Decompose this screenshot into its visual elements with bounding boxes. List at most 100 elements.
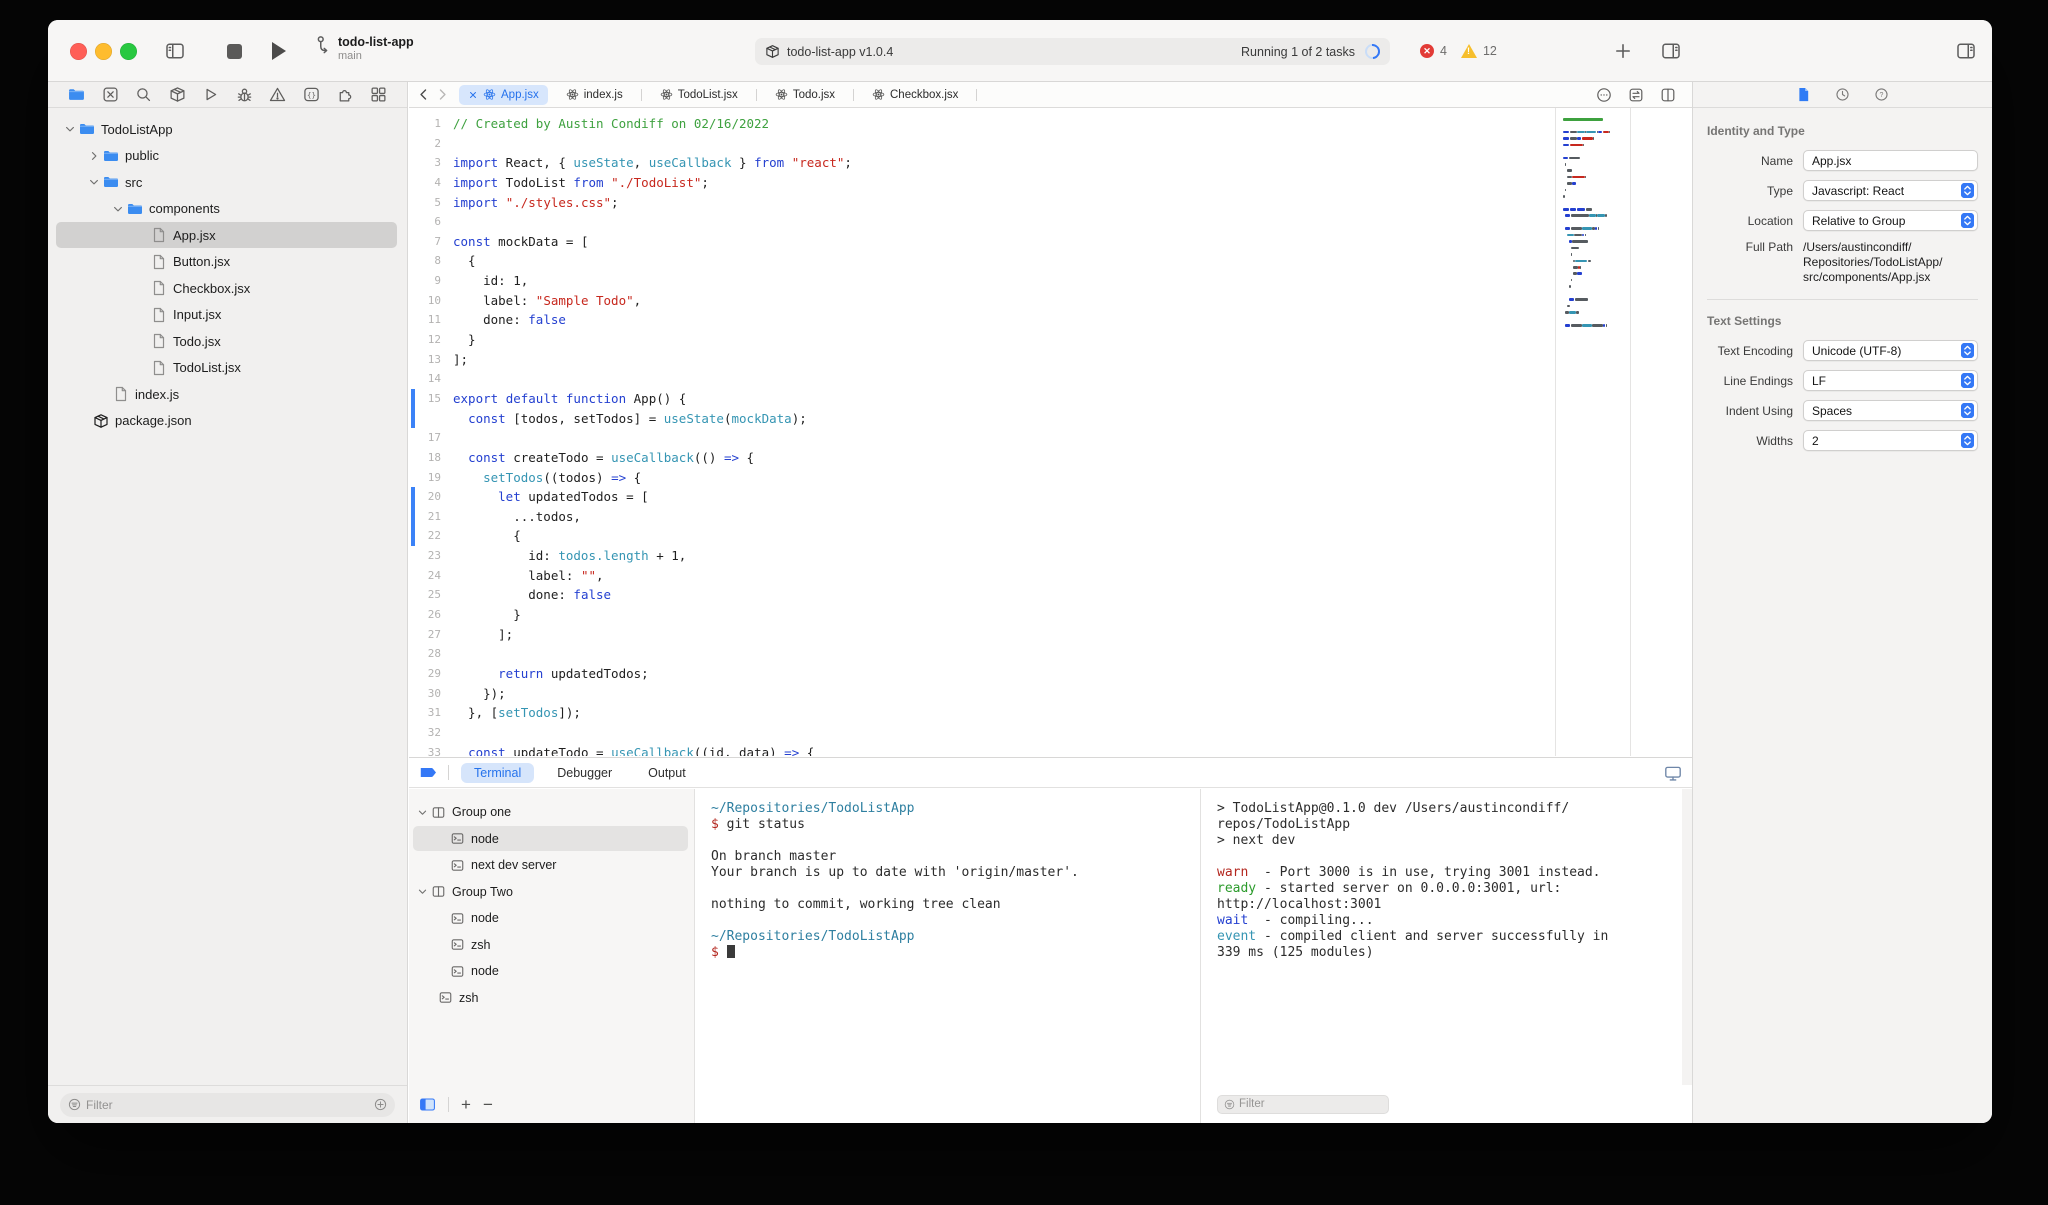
code-line[interactable]: 14 <box>409 369 1555 389</box>
grid-icon[interactable] <box>370 86 387 103</box>
stepper-icon[interactable] <box>1961 183 1974 198</box>
stop-button[interactable] <box>227 44 242 59</box>
stepper-icon[interactable] <box>1961 433 1974 448</box>
select-field[interactable]: Spaces <box>1803 400 1978 421</box>
activity-status-pill[interactable]: todo-list-app v1.0.4 Running 1 of 2 task… <box>755 38 1390 65</box>
tree-item-index-js[interactable]: index.js <box>48 381 407 408</box>
tab-app-jsx[interactable]: App.jsx <box>459 84 548 105</box>
code-line[interactable]: 26 } <box>409 605 1555 625</box>
code-line[interactable]: 5 import "./styles.css"; <box>409 193 1555 213</box>
run-button[interactable] <box>272 42 286 60</box>
tab-index-js[interactable]: index.js <box>548 82 641 107</box>
toggle-right-sidebar-icon[interactable] <box>1956 41 1976 61</box>
puzzle-icon[interactable] <box>336 86 353 103</box>
stepper-icon[interactable] <box>1961 343 1974 358</box>
code-line[interactable]: 23 id: todos.length + 1, <box>409 546 1555 566</box>
issue-badges[interactable]: ✕ 4 12 <box>1420 44 1505 58</box>
code-line[interactable]: const [todos, setTodos] = useState(mockD… <box>409 408 1555 429</box>
more-options-icon[interactable] <box>1596 87 1612 103</box>
terminal-item-group-two[interactable]: Group Two <box>409 879 694 906</box>
code-line[interactable]: 17 <box>409 428 1555 448</box>
code-line[interactable]: 30 }); <box>409 684 1555 704</box>
close-button[interactable] <box>70 43 87 60</box>
code-line[interactable]: 21 ...todos, <box>409 506 1555 527</box>
select-field[interactable]: 2 <box>1803 430 1978 451</box>
tree-item-public[interactable]: public <box>48 143 407 170</box>
chevron-down-icon[interactable] <box>417 886 428 897</box>
forward-icon[interactable] <box>436 88 449 101</box>
display-icon[interactable] <box>1664 764 1682 782</box>
tab-checkbox-jsx[interactable]: Checkbox.jsx <box>854 82 976 107</box>
code-line[interactable]: 22 { <box>409 526 1555 547</box>
code-line[interactable]: 2 <box>409 134 1555 154</box>
code-line[interactable]: 13]; <box>409 350 1555 370</box>
code-line[interactable]: 27 ]; <box>409 625 1555 645</box>
add-filter-icon[interactable] <box>374 1098 387 1111</box>
package-icon[interactable] <box>169 86 186 103</box>
terminal-git[interactable]: ~/Repositories/TodoListApp $ git status On… <box>695 789 1201 1085</box>
folder-icon[interactable] <box>68 86 85 103</box>
code-line[interactable]: 31 }, [setTodos]); <box>409 703 1555 723</box>
back-icon[interactable] <box>417 88 430 101</box>
select-field[interactable]: LF <box>1803 370 1978 391</box>
terminal-item-zsh[interactable]: zsh <box>409 932 694 959</box>
code-line[interactable]: 20 let updatedTodos = [ <box>409 487 1555 507</box>
close-icon[interactable] <box>468 90 478 100</box>
tree-item-todo-jsx[interactable]: Todo.jsx <box>48 328 407 355</box>
tree-item-checkbox-jsx[interactable]: Checkbox.jsx <box>48 275 407 302</box>
code-line[interactable]: 33 const updateTodo = useCallback((id, d… <box>409 743 1555 757</box>
select-field[interactable]: Unicode (UTF-8) <box>1803 340 1978 361</box>
add-terminal-button[interactable]: + <box>461 1096 471 1113</box>
code-line[interactable]: 6 <box>409 212 1555 232</box>
code-line[interactable]: 28 <box>409 644 1555 664</box>
help-icon[interactable]: ? <box>1874 87 1889 102</box>
tree-item-todolist-jsx[interactable]: TodoList.jsx <box>48 355 407 382</box>
code-line[interactable]: 11 done: false <box>409 310 1555 330</box>
terminal-filter-input[interactable]: Filter <box>1217 1094 1389 1114</box>
zoom-button[interactable] <box>120 43 137 60</box>
tree-item-button-jsx[interactable]: Button.jsx <box>48 249 407 276</box>
tree-item-input-jsx[interactable]: Input.jsx <box>48 302 407 329</box>
stepper-icon[interactable] <box>1961 403 1974 418</box>
terminal-item-zsh[interactable]: zsh <box>409 985 694 1012</box>
chevron-down-icon[interactable] <box>417 807 428 818</box>
code-line[interactable]: 7 const mockData = [ <box>409 232 1555 252</box>
tree-item-app-jsx[interactable]: App.jsx <box>48 222 407 249</box>
code-line[interactable]: 4 import TodoList from "./TodoList"; <box>409 173 1555 193</box>
toggle-panel-icon[interactable] <box>1661 41 1681 61</box>
panel-tab-terminal[interactable]: Terminal <box>461 762 535 783</box>
code-line[interactable]: 1// Created by Austin Condiff on 02/16/2… <box>409 114 1555 134</box>
toggle-terminal-sidebar-icon[interactable] <box>419 1096 436 1113</box>
tree-item-src[interactable]: src <box>48 169 407 196</box>
tab-todolist-jsx[interactable]: TodoList.jsx <box>642 82 756 107</box>
terminal-item-node[interactable]: node <box>409 958 694 985</box>
select-field[interactable]: Relative to Group <box>1803 210 1978 231</box>
search-icon[interactable] <box>135 86 152 103</box>
terminal-item-group-one[interactable]: Group one <box>409 799 694 826</box>
code-line[interactable]: 19 setTodos((todos) => { <box>409 468 1555 488</box>
remove-terminal-button[interactable]: − <box>483 1096 493 1113</box>
terminal-dev[interactable]: > TodoListApp@0.1.0 dev /Users/austincon… <box>1201 789 1692 1085</box>
code-line[interactable]: 29 return updatedTodos; <box>409 664 1555 684</box>
stepper-icon[interactable] <box>1961 213 1974 228</box>
play-icon[interactable] <box>202 86 219 103</box>
code-line[interactable]: 3 import React, { useState, useCallback }… <box>409 153 1555 173</box>
tree-item-todolistapp[interactable]: TodoListApp <box>48 116 407 143</box>
terminal-scrollbar[interactable] <box>1682 789 1692 1085</box>
code-line[interactable]: 24 label: "", <box>409 566 1555 586</box>
navigator-filter-input[interactable]: Filter <box>60 1092 395 1117</box>
bug-icon[interactable] <box>236 86 253 103</box>
clock-icon[interactable] <box>1835 87 1850 102</box>
warning-icon[interactable] <box>269 86 286 103</box>
select-field[interactable]: Javascript: React <box>1803 180 1978 201</box>
chevron-down-icon[interactable] <box>112 203 124 215</box>
code-line[interactable]: 9 id: 1, <box>409 271 1555 291</box>
terminal-item-node[interactable]: node <box>409 825 694 853</box>
minimap[interactable] <box>1555 108 1630 756</box>
file-blue-icon[interactable] <box>1796 87 1811 102</box>
braces-icon[interactable]: {} <box>303 86 320 103</box>
split-editor-icon[interactable] <box>1660 87 1676 103</box>
code-line[interactable]: 10 label: "Sample Todo", <box>409 291 1555 311</box>
chevron-down-icon[interactable] <box>88 176 100 188</box>
tree-item-package-json[interactable]: package.json <box>48 408 407 435</box>
